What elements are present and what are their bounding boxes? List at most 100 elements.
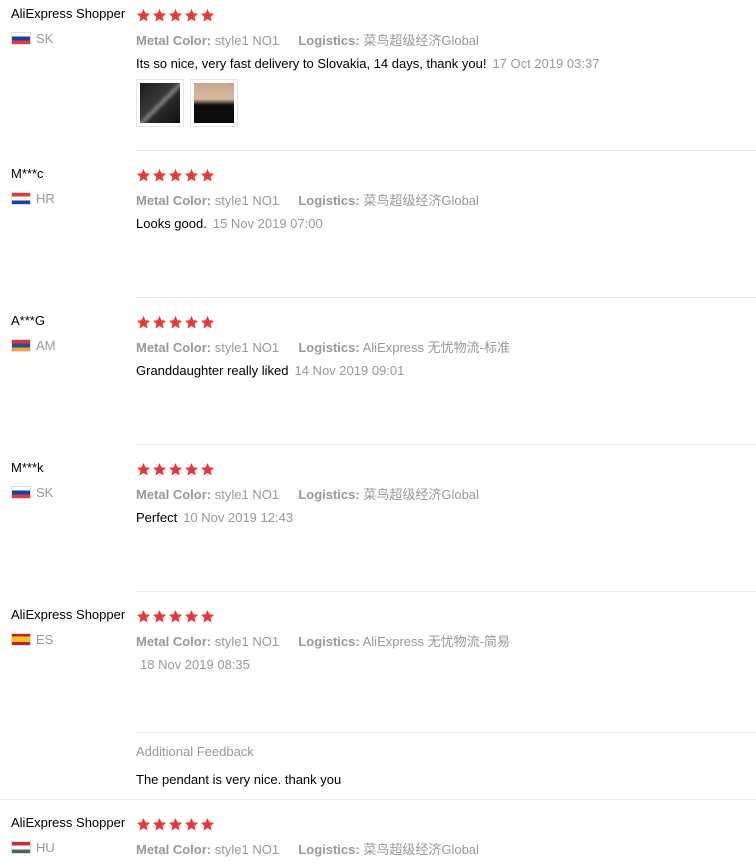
review-divider [0, 799, 756, 800]
star-icon [168, 315, 183, 330]
attr-label: Logistics: [298, 842, 360, 857]
review-attributes: Metal Color: style1 NO1 Logistics: 菜鸟超级经… [136, 484, 746, 503]
star-icon [184, 462, 199, 477]
reviewer-info: AliExpress Shopper ES [11, 607, 126, 647]
review-divider [136, 444, 756, 445]
attr-value: 菜鸟超级经济Global [363, 33, 479, 48]
reviewer-name: AliExpress Shopper [11, 607, 126, 622]
attr-value: AliExpress 无忧物流-简易 [362, 634, 510, 649]
review-divider [136, 591, 756, 592]
star-rating [136, 815, 746, 833]
star-icon [168, 462, 183, 477]
star-rating [136, 313, 746, 331]
star-icon [200, 462, 215, 477]
star-icon [184, 315, 199, 330]
review-content: Metal Color: style1 NO1 Logistics: 菜鸟超级经… [136, 460, 746, 525]
flag-sk-icon [11, 32, 31, 45]
country-code: ES [36, 632, 54, 647]
attr-label: Logistics: [298, 193, 360, 208]
review-date: 17 Oct 2019 03:37 [492, 56, 600, 71]
reviewer-name: M***c [11, 166, 44, 181]
review-text-row: Granddaughter really liked 14 Nov 2019 09… [136, 363, 746, 378]
reviewer-info: M***c HR [11, 166, 55, 206]
attr-value: style1 NO1 [214, 340, 280, 355]
review-text-row: 18 Nov 2019 08:35 [136, 657, 746, 672]
attr-value: 菜鸟超级经济Global [363, 487, 479, 502]
star-rating [136, 166, 746, 184]
reviewer-country: HU [11, 840, 55, 855]
reviewer-info: AliExpress Shopper SK [11, 6, 126, 46]
review-content: Metal Color: style1 NO1 Logistics: AliEx… [136, 607, 746, 672]
star-icon [136, 462, 151, 477]
attr-value: style1 NO1 [214, 634, 280, 649]
reviewer-country: SK [11, 31, 53, 46]
review-content: Metal Color: style1 NO1 Logistics: 菜鸟超级经… [136, 6, 746, 127]
star-icon [152, 315, 167, 330]
star-icon [136, 168, 151, 183]
star-icon [152, 817, 167, 832]
flag-hu-icon [11, 841, 31, 854]
star-icon [200, 315, 215, 330]
reviewer-name: AliExpress Shopper [11, 6, 126, 21]
flag-am-icon [11, 339, 31, 352]
review-divider [136, 150, 756, 151]
country-code: AM [36, 338, 56, 353]
attr-value: 菜鸟超级经济Global [363, 842, 479, 857]
reviewer-country: HR [11, 191, 55, 206]
attr-value: style1 NO1 [214, 487, 280, 502]
review-date: 18 Nov 2019 08:35 [140, 657, 250, 672]
star-icon [168, 609, 183, 624]
attr-label: Metal Color: [136, 340, 212, 355]
attr-label: Logistics: [298, 487, 360, 502]
review-photo-thumbnail[interactable] [136, 79, 184, 127]
attr-value: style1 NO1 [214, 193, 280, 208]
reviewer-name: A***G [11, 313, 45, 328]
review-content: Metal Color: style1 NO1 Logistics: 菜鸟超级经… [136, 815, 746, 858]
star-icon [136, 817, 151, 832]
reviewer-info: AliExpress Shopper HU [11, 815, 126, 855]
review-text-row: Looks good. 15 Nov 2019 07:00 [136, 216, 746, 231]
review-attributes: Metal Color: style1 NO1 Logistics: 菜鸟超级经… [136, 839, 746, 858]
star-rating [136, 6, 746, 24]
additional-feedback: Additional Feedback The pendant is very … [136, 744, 341, 787]
star-icon [152, 168, 167, 183]
reviewer-info: A***G AM [11, 313, 56, 353]
attr-label: Metal Color: [136, 193, 212, 208]
additional-feedback-divider [136, 732, 756, 733]
flag-hr-icon [11, 192, 31, 205]
star-icon [184, 817, 199, 832]
country-code: HU [36, 840, 55, 855]
additional-feedback-title: Additional Feedback [136, 744, 254, 759]
attr-value: style1 NO1 [214, 33, 280, 48]
review-attributes: Metal Color: style1 NO1 Logistics: AliEx… [136, 337, 746, 356]
star-icon [152, 609, 167, 624]
review-text: Granddaughter really liked [136, 363, 289, 378]
attr-label: Metal Color: [136, 842, 212, 857]
review-attributes: Metal Color: style1 NO1 Logistics: 菜鸟超级经… [136, 190, 746, 209]
review-text: Perfect [136, 510, 178, 525]
reviewer-country: ES [11, 632, 53, 647]
attr-label: Metal Color: [136, 33, 212, 48]
review-attributes: Metal Color: style1 NO1 Logistics: AliEx… [136, 631, 746, 650]
review-divider [136, 297, 756, 298]
star-icon [200, 168, 215, 183]
star-icon [184, 609, 199, 624]
attr-value: style1 NO1 [214, 842, 280, 857]
reviewer-name: AliExpress Shopper [11, 815, 126, 830]
country-code: SK [36, 31, 54, 46]
country-code: HR [36, 191, 55, 206]
star-icon [200, 817, 215, 832]
star-icon [152, 8, 167, 23]
star-rating [136, 607, 746, 625]
country-code: SK [36, 485, 54, 500]
attr-label: Logistics: [298, 33, 360, 48]
review-content: Metal Color: style1 NO1 Logistics: 菜鸟超级经… [136, 166, 746, 231]
additional-feedback-text: The pendant is very nice. thank you [136, 772, 342, 787]
star-icon [152, 462, 167, 477]
reviewer-name: M***k [11, 460, 44, 475]
flag-es-icon [11, 633, 31, 646]
review-text-row: Its so nice, very fast delivery to Slova… [136, 56, 746, 71]
review-photo-thumbnail[interactable] [190, 79, 238, 127]
attr-label: Logistics: [298, 634, 360, 649]
attr-value: 菜鸟超级经济Global [363, 193, 479, 208]
